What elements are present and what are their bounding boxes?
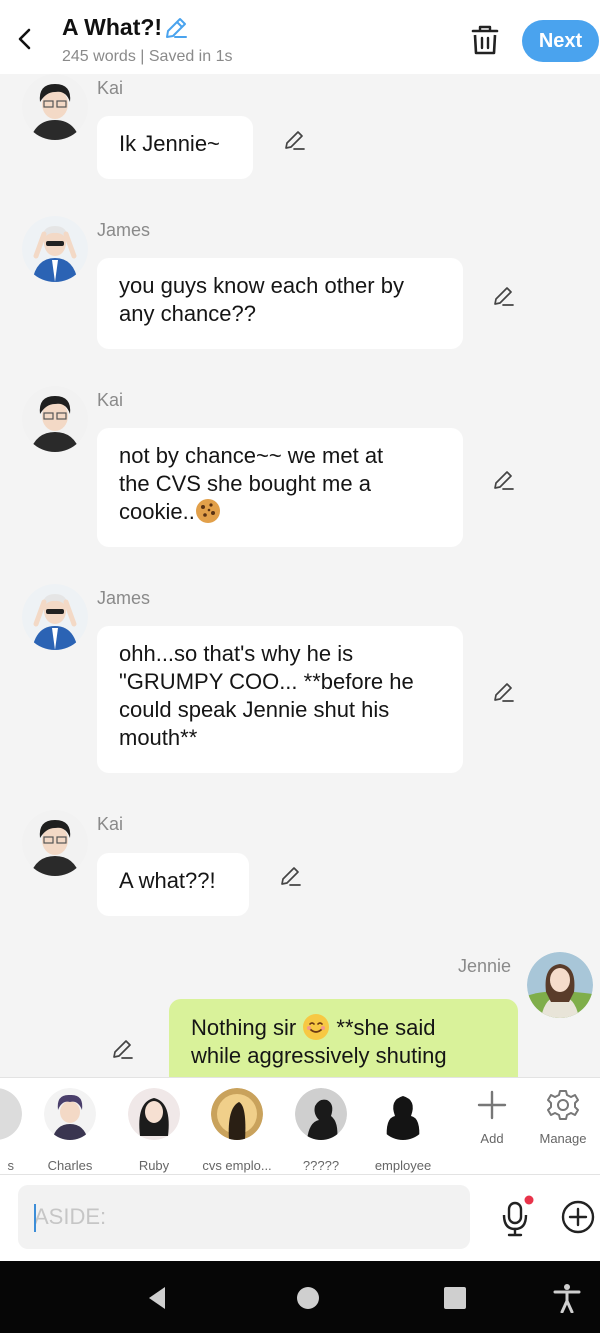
character-name: Charles [47,1158,93,1173]
accessibility-icon[interactable] [552,1283,582,1313]
james-avatar[interactable] [22,584,88,650]
message-text: A what??! [119,868,216,893]
character-name: employee [374,1158,432,1173]
character-item[interactable]: Charles [39,1088,101,1173]
microphone-icon[interactable] [498,1195,534,1237]
message-text-line: could speak Jennie shut his [119,697,390,722]
nav-home-icon[interactable] [293,1283,323,1313]
next-button[interactable]: Next [522,20,599,62]
add-label: Add [480,1131,504,1146]
character-avatar [211,1088,263,1140]
message-text-line: the CVS she bought me a [119,471,371,496]
message-bubble[interactable]: you guys know each other by any chance?? [97,258,463,349]
character-item[interactable]: s [0,1088,22,1173]
message-text-line: **she said [336,1015,436,1040]
sender-name: James [97,220,151,240]
sender-name: Kai [97,78,124,98]
message-text-line: Nothing sir [191,1015,297,1040]
sender-name: Jennie [458,956,512,976]
add-circle-icon[interactable] [560,1199,596,1235]
kai-avatar[interactable] [22,386,88,452]
player-message-bubble[interactable]: Nothing sir **she said while aggressivel… [169,999,518,1077]
add-character-button[interactable]: Add [466,1088,518,1146]
kai-avatar[interactable] [22,74,88,140]
trash-icon[interactable] [470,24,500,56]
character-avatar [44,1088,96,1140]
message-text-line: mouth** [119,725,198,750]
manage-label: Manage [539,1131,587,1146]
sender-name: James [97,588,151,608]
nav-back-icon[interactable] [143,1283,173,1313]
message-text-line: you guys know each other by [119,273,404,298]
character-selector[interactable]: s Charles Ruby cvs emplo... ????? employ… [0,1077,600,1175]
composer-bar [0,1175,600,1261]
message-text-line: while aggressively shuting [191,1043,447,1068]
character-item[interactable]: employee [370,1088,436,1173]
word-count-status: 245 words | Saved in 1s [62,48,233,65]
edit-message-pencil-icon[interactable] [110,1036,136,1062]
message-text-line: any chance?? [119,301,256,326]
character-avatar [0,1088,22,1140]
plus-icon [477,1090,507,1120]
message-text-line: not by chance~~ we met at [119,443,384,468]
edit-title-pencil-icon[interactable] [163,15,189,41]
character-item[interactable]: cvs emplo... [198,1088,276,1173]
message-text-line: cookie.. [119,499,195,524]
nav-recents-icon[interactable] [440,1283,470,1313]
character-avatar [377,1088,429,1140]
character-avatar [128,1088,180,1140]
character-item[interactable]: Ruby [123,1088,185,1173]
message-text-line: "GRUMPY COO... **before he [119,669,414,694]
character-item[interactable]: ????? [290,1088,352,1173]
gear-icon [547,1090,579,1120]
text-cursor [34,1204,36,1232]
message-bubble[interactable]: not by chance~~ we met at the CVS she bo… [97,428,463,547]
edit-message-pencil-icon[interactable] [278,863,304,889]
edit-message-pencil-icon[interactable] [282,127,308,153]
story-title[interactable]: A What?! [62,14,162,41]
top-bar: A What?! 245 words | Saved in 1s Next [0,0,600,74]
character-name: s [7,1158,15,1173]
james-avatar[interactable] [22,216,88,282]
kai-avatar[interactable] [22,810,88,876]
character-name: Ruby [138,1158,170,1173]
message-text-line: ohh...so that's why he is [119,641,354,666]
edit-message-pencil-icon[interactable] [491,467,517,493]
manage-characters-button[interactable]: Manage [532,1088,594,1146]
back-arrow-icon[interactable] [12,24,38,54]
chat-thread[interactable]: Kai Ik Jennie~ James you guys know each … [0,74,600,1077]
sender-name: Kai [97,390,124,410]
system-navigation-bar [0,1261,600,1333]
cookie-emoji-icon [195,499,220,523]
character-avatar [295,1088,347,1140]
smiling-face-emoji-icon [303,1014,330,1040]
character-name: cvs emplo... [202,1158,272,1173]
aside-input[interactable] [18,1185,470,1249]
jennie-avatar[interactable] [527,952,593,1018]
edit-message-pencil-icon[interactable] [491,679,517,705]
character-name: ????? [302,1158,340,1173]
message-bubble[interactable]: Ik Jennie~ [97,116,253,179]
edit-message-pencil-icon[interactable] [491,283,517,309]
sender-name: Kai [97,814,124,834]
message-bubble[interactable]: ohh...so that's why he is "GRUMPY COO...… [97,626,463,773]
message-bubble[interactable]: A what??! [97,853,249,916]
message-text: Ik Jennie~ [119,131,220,156]
